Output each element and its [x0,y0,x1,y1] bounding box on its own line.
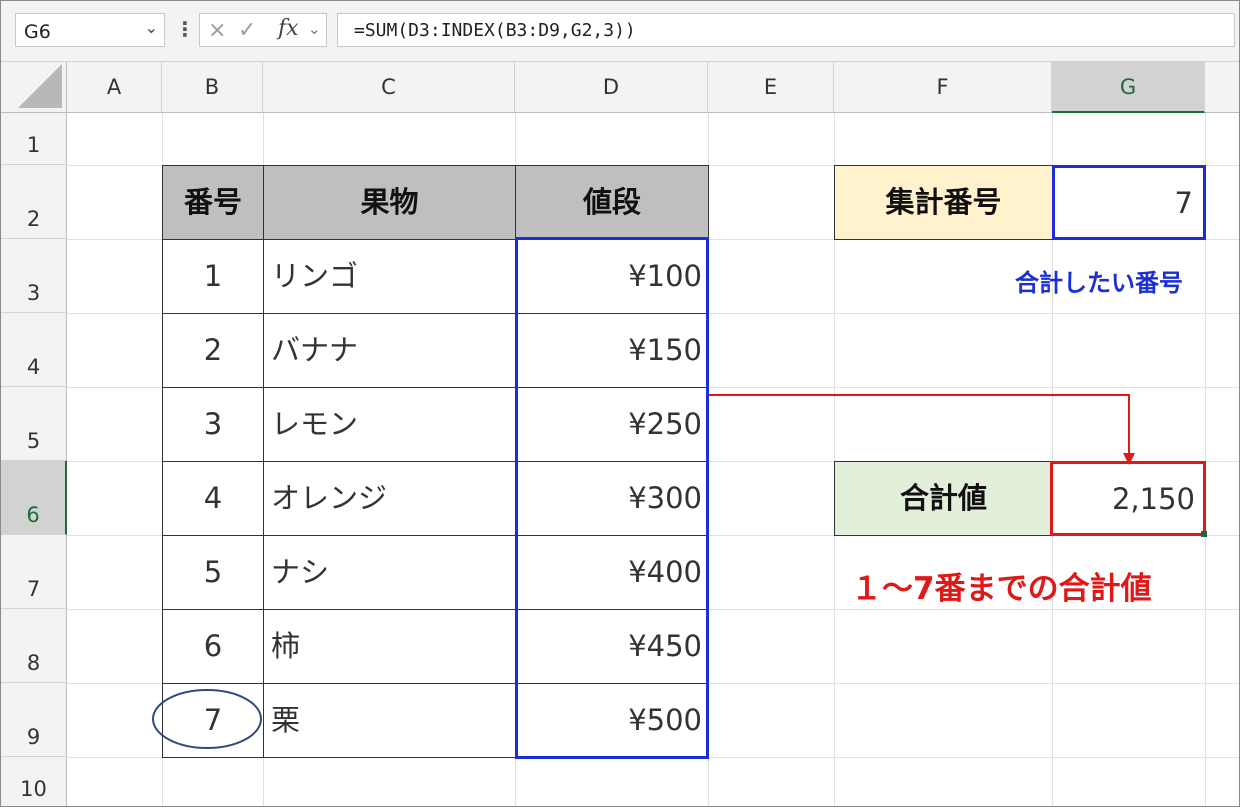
select-all-button[interactable] [1,62,67,113]
column-header-g[interactable]: G [1052,62,1205,113]
row-number: 9 [26,725,41,749]
row-header-3[interactable]: 3 [1,239,67,313]
result-label-cell[interactable]: 合計値 [834,461,1053,536]
enter-icon[interactable]: ✓ [238,18,256,43]
arrow-head [1123,453,1135,465]
column-header-e[interactable]: E [708,62,834,113]
cancel-icon[interactable]: × [208,18,226,43]
name-box[interactable]: G6 ⌄ [15,13,165,47]
row-number: 3 [26,281,41,305]
row-header-5[interactable]: 5 [1,387,67,461]
chevron-down-icon[interactable]: ⌄ [145,18,158,37]
header-cell-number[interactable]: 番号 [162,165,264,240]
cell-fruit[interactable]: 栗 [263,683,516,758]
fill-handle[interactable] [1201,531,1207,537]
row-header-10[interactable]: 10 [1,757,67,806]
row-number: 10 [20,777,47,801]
row-number: 1 [26,133,41,157]
cell-number[interactable]: 3 [162,387,264,462]
cell-number[interactable]: 4 [162,461,264,536]
circle-annotation [152,689,262,749]
cell-fruit[interactable]: リンゴ [263,239,516,314]
price-range-highlight [515,237,709,759]
arrow-line [709,394,1130,455]
column-header-b[interactable]: B [162,62,263,113]
cell-number[interactable]: 6 [162,609,264,684]
formula-text: =SUM(D3:INDEX(B3:D9,G2,3)) [354,20,636,41]
circle-annotation-shape [152,689,262,749]
cell-fruit[interactable]: バナナ [263,313,516,388]
name-box-value: G6 [24,21,51,43]
column-header-f[interactable]: F [834,62,1052,113]
cell-number[interactable]: 1 [162,239,264,314]
arrow-connector [709,394,1135,465]
row-number: 5 [26,429,41,453]
row-number: 8 [26,651,41,675]
result-note: １～7番までの合計値 [851,571,1152,607]
column-header-d[interactable]: D [515,62,708,113]
row-number: 7 [26,577,41,601]
header-cell-price[interactable]: 値段 [515,165,709,240]
formula-bar: G6 ⌄ ⋮ × ✓ fx ⌄ =SUM(D3:INDEX(B3:D9,G2,3… [1,1,1239,62]
result-value-cell[interactable]: 2,150 [1050,461,1206,536]
column-header-a[interactable]: A [67,62,162,113]
row-header-2[interactable]: 2 [1,165,67,239]
row-header-1[interactable]: 1 [1,113,67,165]
more-options-icon[interactable]: ⋮ [175,17,195,41]
cell-fruit[interactable]: 柿 [263,609,516,684]
cell-fruit[interactable]: オレンジ [263,461,516,536]
cell-number[interactable]: 5 [162,535,264,610]
cell-fruit[interactable]: ナシ [263,535,516,610]
select-all-triangle [18,64,62,108]
cell-fruit[interactable]: レモン [263,387,516,462]
formula-controls: × ✓ fx ⌄ [199,13,327,47]
lookup-label-cell[interactable]: 集計番号 [834,165,1053,240]
chevron-down-icon[interactable]: ⌄ [308,20,321,38]
column-header-c[interactable]: C [263,62,515,113]
header-cell-fruit[interactable]: 果物 [263,165,516,240]
formula-input[interactable]: =SUM(D3:INDEX(B3:D9,G2,3)) [337,13,1235,47]
row-number: 2 [26,207,41,231]
column-header-extra[interactable] [1205,62,1239,113]
row-header-9[interactable]: 9 [1,683,67,757]
lookup-value-cell[interactable]: 7 [1052,165,1206,240]
row-header-6[interactable]: 6 [1,461,67,535]
row-number: 6 [26,503,40,527]
spreadsheet-window: G6 ⌄ ⋮ × ✓ fx ⌄ =SUM(D3:INDEX(B3:D9,G2,3… [0,0,1240,807]
row-header-4[interactable]: 4 [1,313,67,387]
cell-number[interactable]: 2 [162,313,264,388]
row-header-7[interactable]: 7 [1,535,67,609]
row-number: 4 [26,355,41,379]
lookup-note: 合計したい番号 [1015,269,1183,297]
insert-function-icon[interactable]: fx [278,16,299,41]
row-header-8[interactable]: 8 [1,609,67,683]
